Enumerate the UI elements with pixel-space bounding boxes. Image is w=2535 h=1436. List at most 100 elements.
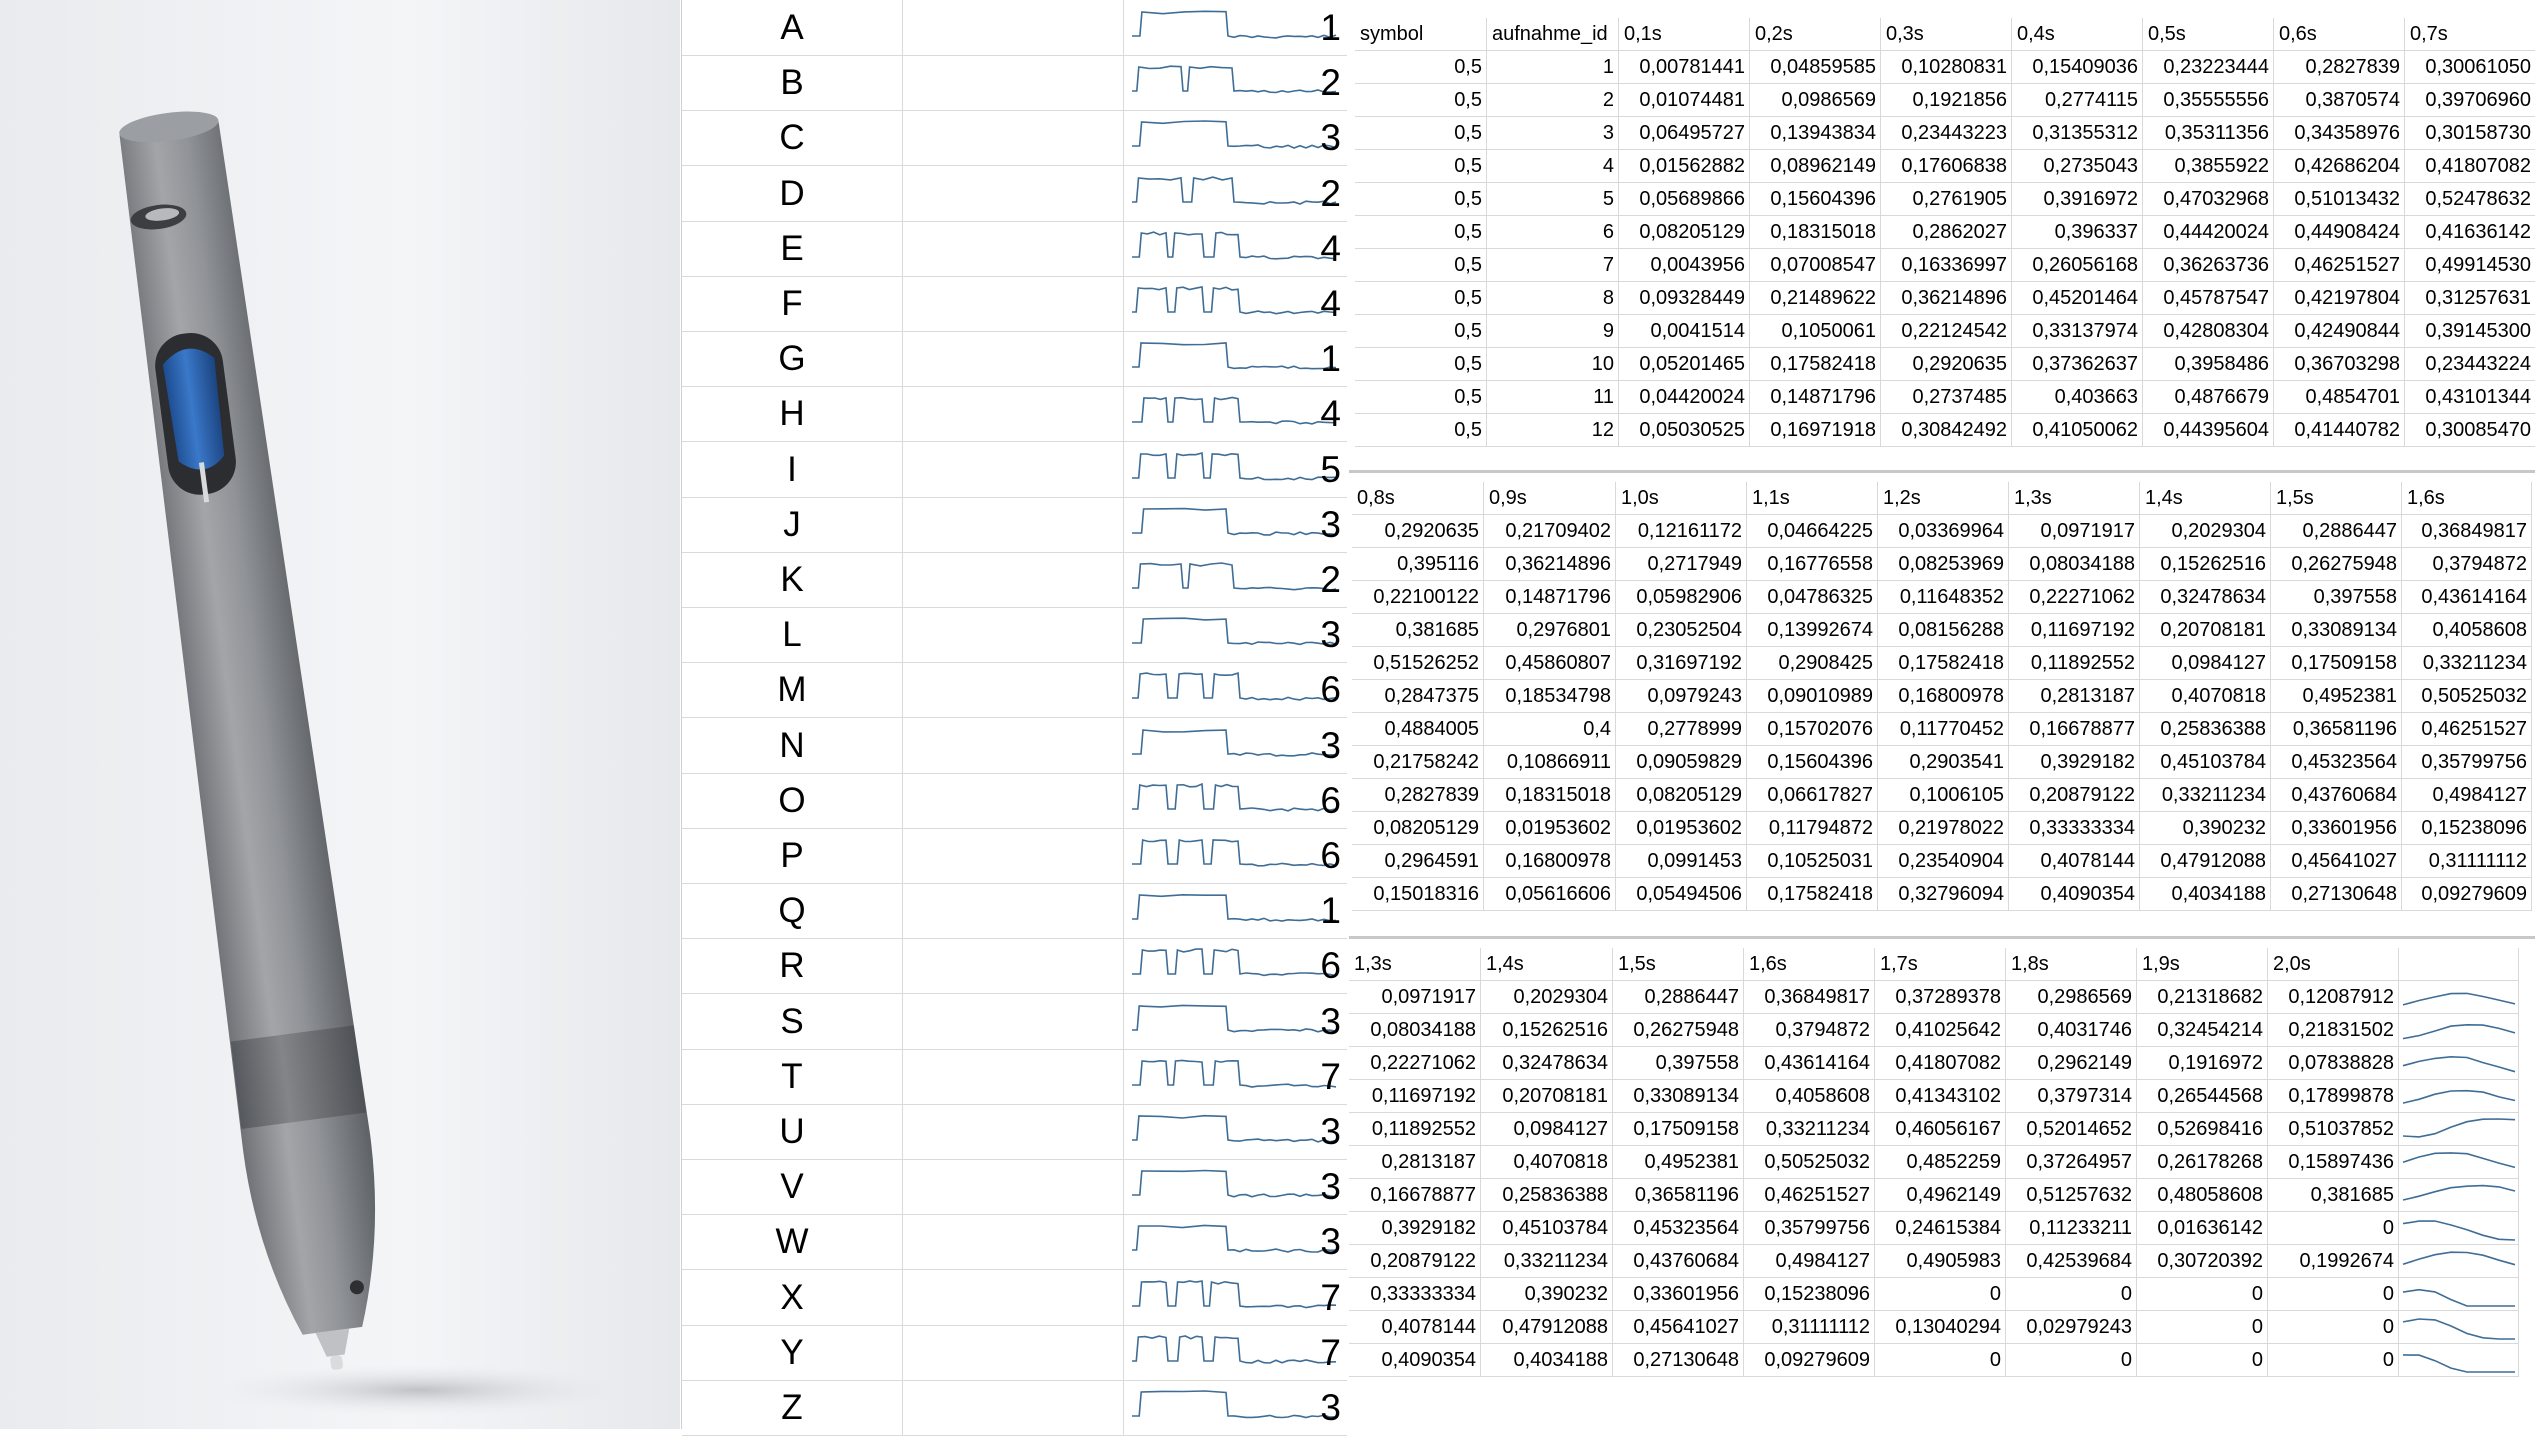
letter-cell: R [682,938,903,994]
row-sparkline-trace [2402,1354,2515,1373]
table-cell: 0,2962149 [2006,1047,2137,1080]
table-cell: 0,2920635 [1352,515,1484,548]
letter-cell: T [682,1048,903,1104]
letter-label: B [780,63,804,103]
table-cell: 0,1921856 [1881,84,2012,117]
table-cell: 0,4854701 [2274,381,2405,414]
table-cell: 0,2964591 [1352,845,1484,878]
letter-row: K2 [682,552,1347,608]
table-cell: 0,3929182 [2009,746,2140,779]
table-cell: 0,22271062 [1349,1047,1481,1080]
letter-label: W [775,1222,809,1262]
table-cell: 0,11233211 [2006,1212,2137,1245]
letter-cell: H [682,386,903,442]
sparkline-cell [903,441,1337,497]
row-sparkline [2402,1220,2516,1241]
table-cell: 0,4034188 [2140,878,2271,911]
sparkline-cell [2399,1080,2519,1113]
table-cell: 0,4070818 [2140,680,2271,713]
stroke-count: 1 [1320,890,1341,932]
table-cell: 0,14871796 [1750,381,1881,414]
row-sparkline-trace [2402,1318,2515,1340]
table-cell: 0,51526252 [1352,647,1484,680]
letter-label: V [780,1167,804,1207]
table-cell: 0,2029304 [1481,981,1613,1014]
table-cell: 0,42808304 [2143,315,2274,348]
table-cell: 0,45787547 [2143,282,2274,315]
letter-label: P [780,836,804,875]
letter-label: M [777,670,807,710]
table-cell: 0,2886447 [2271,515,2402,548]
table-cell: 0,16971918 [1750,414,1881,447]
table-cell: 0,3916972 [2012,183,2143,216]
table-cell: 0,51013432 [2274,183,2405,216]
row-sparkline-trace [2402,1023,2516,1040]
table-cell: 0,41343102 [1875,1080,2006,1113]
table-cell: 0,13943834 [1750,117,1881,150]
column-header: aufnahme_id [1487,18,1619,51]
table-cell: 0,20708181 [1481,1080,1613,1113]
table-cell: 0,01953602 [1616,812,1747,845]
table-cell: 0,36214896 [1484,548,1616,581]
table-cell: 0,2920635 [1881,348,2012,381]
table-cell: 0,15262516 [2140,548,2271,581]
table-cell: 0,3794872 [2402,548,2532,581]
column-header: 1,2s [1878,482,2009,515]
table-cell: 0,08205129 [1352,812,1484,845]
table-cell: 0,08034188 [1349,1014,1481,1047]
table-cell: 0,04786325 [1747,581,1878,614]
table-cell: 0,11794872 [1747,812,1878,845]
table-cell: 5 [1487,183,1619,216]
table-cell: 0,390232 [2140,812,2271,845]
signal-sparkline [1132,1279,1337,1309]
table-cell: 0,45323564 [2271,746,2402,779]
table-cell: 0,06617827 [1747,779,1878,812]
column-header [2399,948,2519,981]
signal-sparkline [1132,672,1337,702]
stroke-count: 2 [1320,62,1341,104]
table-cell: 0,17606838 [1881,150,2012,183]
signal-sparkline [1132,231,1337,260]
sparkline-cell [903,220,1337,276]
signal-sparkline [1132,65,1337,94]
table-cell: 0,48058608 [2137,1179,2268,1212]
table-cell: 0,5 [1355,282,1487,315]
sparkline-cell [903,55,1337,111]
table-cell: 0,25836388 [1481,1179,1613,1212]
table-cell: 0,2908425 [1747,647,1878,680]
table-cell: 0,11892552 [1349,1113,1481,1146]
signal-sparkline [1132,1224,1337,1254]
table-cell: 0,5 [1355,51,1487,84]
sparkline-cell [903,1104,1337,1159]
letter-cell: K [682,552,903,607]
column-header: 0,7s [2405,18,2535,51]
table-cell: 0,21489622 [1750,282,1881,315]
row-sparkline-trace [2402,1055,2516,1073]
letter-row: J3 [682,496,1347,553]
letter-label: Y [780,1332,804,1372]
table-cell: 0,32796094 [1878,878,2009,911]
table-cell: 0,26275948 [2271,548,2402,581]
table-cell: 0,25836388 [2140,713,2271,746]
table-cell: 0,0979243 [1616,680,1747,713]
table-cell: 0,2986569 [2006,981,2137,1014]
table-cell: 0,2813187 [2009,680,2140,713]
letter-cell: U [682,1104,903,1159]
letter-row: O6 [682,772,1347,829]
letter-cell: D [682,165,903,221]
table-cell: 0,08034188 [2009,548,2140,581]
table-cell: 0,3855922 [2143,150,2274,183]
table-cell: 3 [1487,117,1619,150]
table-cell: 0,09059829 [1616,746,1747,779]
signal-sparkline [1132,1334,1337,1364]
table-cell: 0,4078144 [2009,845,2140,878]
table-cell: 0,5 [1355,315,1487,348]
stroke-count: 3 [1320,1166,1341,1208]
row-sparkline [2402,1023,2516,1040]
table-separator [1349,936,2535,939]
letter-label: C [779,118,805,158]
table-cell: 0,4984127 [2402,779,2532,812]
table-cell: 0,0984127 [2140,647,2271,680]
stroke-count: 7 [1320,1331,1341,1373]
column-header: 1,0s [1616,482,1747,515]
